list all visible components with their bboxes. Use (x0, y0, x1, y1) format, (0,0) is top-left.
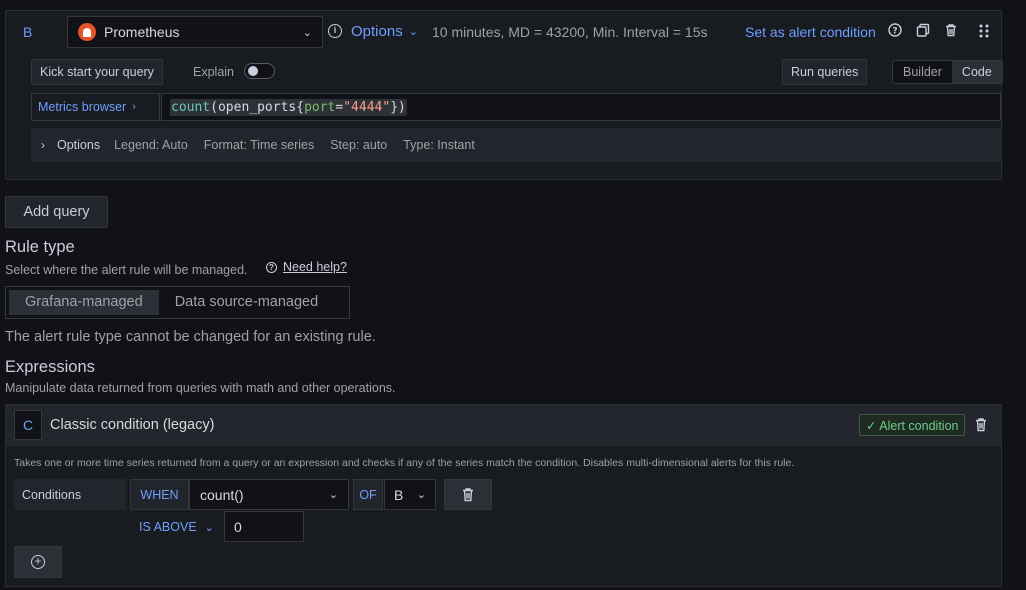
datasource-picker[interactable]: Prometheus ⌄ (67, 16, 323, 48)
info-icon[interactable]: i (328, 24, 342, 38)
query-code-editor[interactable]: count(open_ports{port="4444"}) (161, 93, 1001, 121)
legend-meta: Legend: Auto (114, 138, 188, 152)
need-help-label: Need help? (283, 260, 347, 274)
format-meta: Format: Time series (203, 138, 315, 152)
datasource-name: Prometheus (104, 24, 180, 40)
query-options-label: Options (351, 23, 403, 40)
chevron-down-icon: ⌄ (408, 26, 418, 38)
query-options-row[interactable]: › Options Legend: Auto Format: Time seri… (31, 128, 1001, 162)
expr-close: }) (390, 99, 406, 115)
prometheus-logo-icon (78, 23, 96, 41)
expr-label-name: port (304, 99, 336, 115)
evaluator-value: IS ABOVE (139, 520, 197, 534)
drag-handle-icon[interactable] (976, 23, 992, 39)
rule-type-note: The alert rule type cannot be changed fo… (5, 329, 376, 345)
type-meta: Type: Instant (403, 138, 475, 152)
options-row-title: Options (57, 138, 101, 152)
query-options-toggle[interactable]: Options ⌄ (351, 23, 418, 40)
chevron-down-icon: ⌄ (416, 489, 426, 501)
explain-toggle[interactable] (244, 63, 275, 79)
chevron-down-icon: ⌄ (328, 489, 338, 501)
when-operator[interactable]: WHEN (130, 479, 189, 510)
rule-type-grafana-managed[interactable]: Grafana-managed (9, 290, 159, 315)
chevron-down-icon: ⌄ (302, 26, 312, 39)
of-label: OF (353, 479, 383, 510)
add-condition-button[interactable]: + (14, 546, 62, 578)
reducer-value: count() (200, 486, 244, 503)
expression-ref-id[interactable]: C (14, 410, 42, 440)
expr-paren: ( (210, 99, 218, 115)
duplicate-query-icon[interactable] (915, 23, 931, 39)
alert-condition-badge: ✓ Alert condition (859, 414, 966, 436)
delete-expression-icon[interactable] (974, 417, 988, 435)
step-meta: Step: auto (330, 138, 388, 152)
expr-brace: { (296, 99, 305, 115)
expr-function: count (171, 99, 211, 115)
query-ref-id[interactable]: B (23, 24, 32, 40)
expression-description: Takes one or more time series returned f… (14, 457, 795, 469)
add-query-button[interactable]: Add query (5, 196, 108, 228)
kick-start-query-button[interactable]: Kick start your query (31, 59, 163, 85)
set-alert-condition-link[interactable]: Set as alert condition (745, 24, 876, 40)
run-queries-button[interactable]: Run queries (782, 59, 868, 85)
expr-label-value: "4444" (343, 99, 391, 115)
threshold-input[interactable]: 0 (224, 511, 304, 542)
mode-code-tab[interactable]: Code (951, 61, 1002, 83)
mode-builder-tab[interactable]: Builder (893, 61, 952, 83)
query-ref-select[interactable]: B ⌄ (384, 479, 436, 510)
delete-condition-button[interactable] (444, 479, 492, 510)
chevron-right-icon: › (132, 101, 136, 113)
need-help-link[interactable]: ? Need help? (266, 260, 347, 274)
expressions-heading: Expressions (5, 358, 95, 376)
help-icon[interactable]: ? (887, 23, 903, 39)
evaluator-select[interactable]: IS ABOVE ⌄ (130, 512, 220, 542)
help-icon: ? (266, 261, 277, 273)
metrics-browser-button[interactable]: Metrics browser › (31, 93, 160, 121)
chevron-down-icon: ⌄ (204, 521, 214, 534)
svg-text:?: ? (892, 27, 897, 37)
metrics-browser-label: Metrics browser (38, 100, 127, 114)
expression-title: Classic condition (legacy) (50, 417, 215, 433)
query-expression: count(open_ports{port="4444"}) (170, 98, 407, 116)
delete-query-icon[interactable] (943, 23, 959, 39)
reducer-select[interactable]: count() ⌄ (189, 479, 349, 510)
trash-icon (463, 488, 473, 502)
query-ref-value: B (394, 486, 404, 503)
chevron-right-icon: › (41, 138, 45, 152)
expr-metric: open_ports (217, 99, 297, 115)
rule-type-switch: Grafana-managed Data source-managed (5, 286, 350, 319)
plus-circle-icon: + (31, 555, 45, 569)
query-options-summary: 10 minutes, MD = 43200, Min. Interval = … (432, 24, 708, 40)
rule-type-heading: Rule type (5, 238, 75, 256)
conditions-label: Conditions (14, 479, 126, 510)
editor-mode-switch: Builder Code (892, 60, 1003, 84)
rule-type-subtitle: Select where the alert rule will be mana… (5, 263, 248, 277)
expressions-subtitle: Manipulate data returned from queries wi… (5, 381, 396, 395)
explain-label: Explain (193, 65, 234, 79)
rule-type-datasource-managed[interactable]: Data source-managed (159, 290, 334, 315)
